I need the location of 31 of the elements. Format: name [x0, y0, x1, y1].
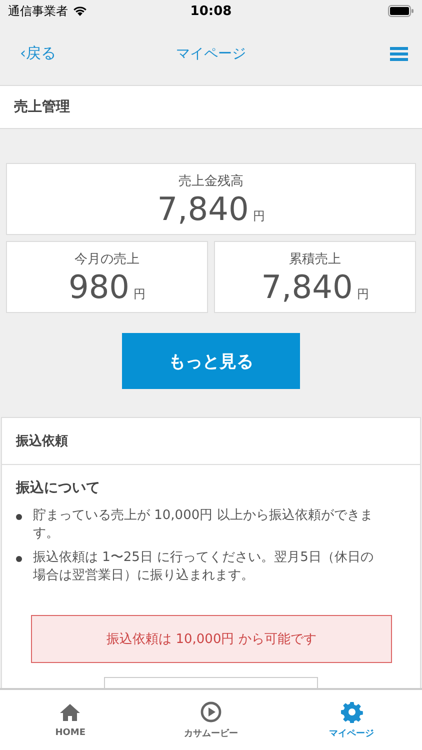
subheading: 振込について: [16, 479, 101, 497]
bullet-icon: [16, 556, 22, 562]
wifi-icon: [72, 5, 88, 17]
currency-unit: 円: [356, 286, 369, 303]
tab-item[interactable]: マイページ: [281, 690, 422, 750]
panel-title: 振込依頼: [2, 418, 420, 465]
bullet-icon: [16, 514, 22, 520]
clock-time: 10:08: [190, 4, 232, 18]
note-text: 振込依頼は 1〜25日 に行ってください。翌月5日（休日の場合は翌営業日）に振り込まれます。: [33, 549, 374, 585]
card-label: 売上金残高: [178, 173, 244, 190]
alert-message: 振込依頼は 10,000円 から可能です: [31, 615, 392, 663]
amount-value: 7,840: [157, 190, 249, 228]
tab-item[interactable]: カサムービー: [140, 690, 282, 750]
tab-item[interactable]: HOME: [0, 690, 141, 750]
currency-unit: 円: [252, 208, 265, 225]
settings-icon: [340, 700, 363, 722]
menu-icon: [390, 46, 408, 62]
more-button[interactable]: もっと見る: [122, 333, 300, 389]
amount-value: 7,840: [261, 268, 353, 306]
home-icon: [59, 702, 82, 724]
amount-value: 980: [68, 268, 130, 306]
play-icon: [200, 700, 222, 722]
card-label: 累積売上: [289, 251, 341, 268]
section-header: 売上管理: [0, 86, 422, 129]
battery-icon: [388, 5, 414, 17]
card-label: 今月の売上: [74, 251, 140, 268]
back-button[interactable]: ‹戻る: [18, 42, 58, 65]
carrier-name: 通信事業者: [8, 2, 68, 20]
note-text: 貯まっている売上が 10,000円 以上から振込依頼ができます。: [33, 507, 374, 543]
page-title: マイページ: [176, 44, 246, 62]
currency-unit: 円: [134, 286, 146, 303]
